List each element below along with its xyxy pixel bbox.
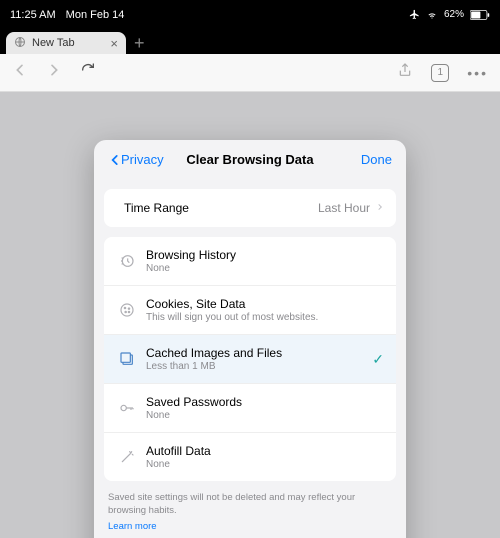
- share-icon[interactable]: [397, 62, 413, 83]
- item-sub: None: [146, 263, 384, 274]
- item-sub: None: [146, 410, 384, 421]
- time-range-section: Time Range Last Hour: [104, 189, 396, 227]
- images-icon: [116, 351, 138, 367]
- autofill-row[interactable]: Autofill Data None: [104, 433, 396, 481]
- item-title: Saved Passwords: [146, 395, 384, 409]
- item-title: Cookies, Site Data: [146, 297, 384, 311]
- item-sub: None: [146, 459, 384, 470]
- footer-note: Saved site settings will not be deleted …: [94, 481, 406, 537]
- data-items-section: Browsing History None Cookies, Site Data…: [104, 237, 396, 481]
- browsing-history-row[interactable]: Browsing History None: [104, 237, 396, 286]
- tab-label: New Tab: [32, 37, 75, 49]
- done-button[interactable]: Done: [361, 152, 392, 167]
- status-time: 11:25 AM: [10, 9, 56, 21]
- item-sub: This will sign you out of most websites.: [146, 312, 384, 323]
- key-icon: [116, 400, 138, 416]
- clear-browsing-data-modal: Privacy Clear Browsing Data Done Time Ra…: [94, 140, 406, 538]
- battery-icon: [470, 9, 490, 20]
- tab-strip: New Tab × +: [0, 30, 500, 54]
- wifi-icon: [426, 9, 438, 20]
- battery-pct: 62%: [444, 9, 464, 20]
- new-tab-button[interactable]: +: [134, 34, 145, 52]
- cookie-icon: [116, 302, 138, 318]
- reload-icon[interactable]: [80, 62, 96, 83]
- item-title: Autofill Data: [146, 444, 384, 458]
- item-title: Cached Images and Files: [146, 346, 384, 360]
- status-date: Mon Feb 14: [66, 9, 125, 21]
- modal-header: Privacy Clear Browsing Data Done: [94, 140, 406, 179]
- time-range-row[interactable]: Time Range Last Hour: [104, 189, 396, 227]
- browser-tab[interactable]: New Tab ×: [6, 32, 126, 54]
- globe-icon: [14, 36, 26, 51]
- device-frame: 11:25 AM Mon Feb 14 62% New Tab × +: [0, 0, 500, 538]
- checkmark-icon: ✓: [372, 351, 384, 368]
- airplane-icon: [409, 9, 420, 20]
- back-icon[interactable]: [12, 62, 28, 83]
- back-button[interactable]: Privacy: [108, 152, 164, 167]
- back-label: Privacy: [121, 152, 164, 167]
- tab-count[interactable]: 1: [431, 64, 449, 82]
- chevron-right-icon: [376, 200, 384, 216]
- cookies-row[interactable]: Cookies, Site Data This will sign you ou…: [104, 286, 396, 335]
- browser-toolbar: 1 •••: [0, 54, 500, 92]
- history-icon: [116, 253, 138, 269]
- close-icon[interactable]: ×: [110, 37, 118, 50]
- time-range-label: Time Range: [124, 201, 318, 215]
- item-title: Browsing History: [146, 248, 384, 262]
- learn-more-link[interactable]: Learn more: [108, 520, 392, 533]
- item-sub: Less than 1 MB: [146, 361, 384, 372]
- status-bar: 11:25 AM Mon Feb 14 62%: [0, 0, 500, 30]
- forward-icon[interactable]: [46, 62, 62, 83]
- more-icon[interactable]: •••: [467, 65, 488, 81]
- cached-images-row[interactable]: Cached Images and Files Less than 1 MB ✓: [104, 335, 396, 384]
- time-range-value: Last Hour: [318, 201, 370, 215]
- wand-icon: [116, 449, 138, 465]
- saved-passwords-row[interactable]: Saved Passwords None: [104, 384, 396, 433]
